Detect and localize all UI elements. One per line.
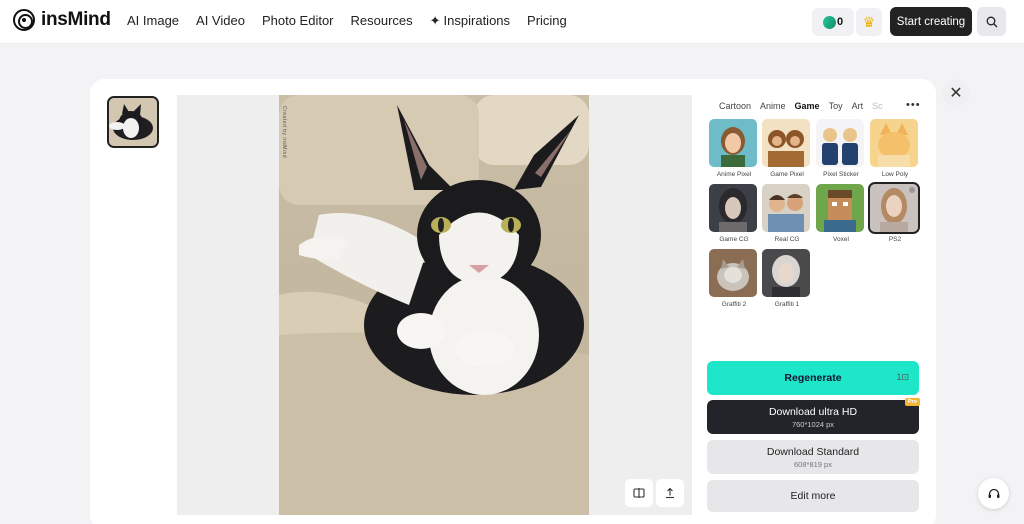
style-label: Real CG bbox=[774, 236, 800, 243]
nav-item-inspirations[interactable]: ✦ Inspirations bbox=[430, 13, 510, 29]
style-thumbnail bbox=[816, 184, 864, 232]
compare-icon bbox=[633, 488, 645, 498]
regenerate-label: Regenerate bbox=[784, 372, 842, 384]
style-label: Anime Pixel bbox=[716, 171, 752, 178]
download-ultra-hd-size: 760*1024 px bbox=[791, 419, 835, 429]
main-nav: AI Image AI Video Photo Editor Resources… bbox=[127, 13, 567, 29]
nav-item-pricing[interactable]: Pricing bbox=[527, 13, 567, 29]
tab-cartoon[interactable]: Cartoon bbox=[719, 101, 751, 111]
style-label: Voxel bbox=[833, 236, 849, 243]
search-button[interactable] bbox=[977, 7, 1006, 36]
credits-count: 0 bbox=[836, 16, 844, 28]
download-standard-label: Download Standard bbox=[766, 445, 860, 458]
crown-icon[interactable]: ♛ bbox=[856, 8, 882, 36]
style-thumbnail bbox=[709, 184, 757, 232]
style-card-voxel[interactable]: Voxel bbox=[816, 184, 866, 243]
style-label: Low Poly bbox=[881, 171, 909, 178]
tab-sc[interactable]: Sc bbox=[872, 101, 883, 111]
style-card-low-poly[interactable]: Low Poly bbox=[870, 119, 920, 178]
style-thumbnail bbox=[709, 119, 757, 167]
top-navigation-bar: insMind AI Image AI Video Photo Editor R… bbox=[0, 0, 1024, 44]
close-icon: ✕ bbox=[949, 85, 963, 102]
download-ultra-hd-label: Download ultra HD bbox=[768, 405, 858, 418]
style-card-anime-pixel[interactable]: Anime Pixel bbox=[709, 119, 759, 178]
start-creating-button[interactable]: Start creating bbox=[890, 7, 972, 36]
brand-name: insMind bbox=[41, 9, 111, 30]
style-card-game-cg[interactable]: Game CG bbox=[709, 184, 759, 243]
style-thumbnail bbox=[868, 182, 920, 234]
nav-item-resources[interactable]: Resources bbox=[351, 13, 413, 29]
credit-icon: ⊡ bbox=[901, 372, 909, 382]
download-standard-button[interactable]: Download Standard 608*819 px bbox=[707, 440, 919, 474]
headset-icon bbox=[988, 488, 999, 498]
brand-logo[interactable]: insMind bbox=[13, 9, 111, 31]
style-card-graffiti-2[interactable]: Graffiti 2 bbox=[709, 249, 759, 308]
nav-item-ai-image[interactable]: AI Image bbox=[127, 13, 179, 29]
cat-image bbox=[279, 95, 589, 515]
style-card-graffiti-1[interactable]: Graffiti 1 bbox=[762, 249, 812, 308]
style-thumbnail bbox=[709, 249, 757, 297]
compare-button[interactable] bbox=[625, 479, 653, 507]
coin-icon bbox=[821, 13, 838, 31]
style-category-tabs: Cartoon Anime Game Toy Art Sc bbox=[719, 101, 883, 111]
support-button[interactable] bbox=[978, 478, 1009, 509]
style-label: Game Pixel bbox=[770, 171, 804, 178]
nav-item-inspirations-label: Inspirations bbox=[443, 13, 511, 28]
nav-item-photo-editor[interactable]: Photo Editor bbox=[262, 13, 334, 29]
style-label: Graffiti 2 bbox=[721, 301, 747, 308]
download-standard-size: 608*819 px bbox=[794, 459, 832, 469]
tab-anime[interactable]: Anime bbox=[760, 101, 786, 111]
nav-item-ai-video[interactable]: AI Video bbox=[196, 13, 245, 29]
sparkle-icon: ✦ bbox=[429, 13, 441, 28]
close-modal-button[interactable]: ✕ bbox=[942, 79, 970, 107]
edit-more-label: Edit more bbox=[790, 490, 836, 502]
style-card-pixel-sticker[interactable]: Pixel Sticker bbox=[816, 119, 866, 178]
style-thumbnail bbox=[762, 249, 810, 297]
upload-icon bbox=[666, 487, 674, 499]
style-card-real-cg[interactable]: Real CG bbox=[762, 184, 812, 243]
share-button[interactable] bbox=[656, 479, 684, 507]
tab-art[interactable]: Art bbox=[852, 101, 864, 111]
more-tabs-button[interactable]: ••• bbox=[906, 99, 921, 111]
style-thumbnail bbox=[870, 119, 918, 167]
style-thumbnail bbox=[762, 119, 810, 167]
style-thumbnail bbox=[762, 184, 810, 232]
search-icon bbox=[986, 16, 997, 27]
credits-balance[interactable]: 0 bbox=[812, 8, 854, 36]
regenerate-button[interactable]: Regenerate 1⊡ bbox=[707, 361, 919, 395]
pro-badge: Pro bbox=[904, 398, 920, 406]
style-label: Graffiti 1 bbox=[774, 301, 800, 308]
style-label: Game CG bbox=[719, 236, 749, 243]
image-watermark: Created by insMind bbox=[281, 106, 287, 159]
regenerate-cost: 1⊡ bbox=[896, 372, 909, 383]
tab-toy[interactable]: Toy bbox=[829, 101, 843, 111]
cat-thumbnail-image bbox=[109, 98, 157, 146]
logo-icon bbox=[13, 9, 35, 31]
edit-more-button[interactable]: Edit more bbox=[707, 480, 919, 512]
style-label: Pixel Sticker bbox=[823, 171, 859, 178]
style-card-game-pixel[interactable]: Game Pixel bbox=[762, 119, 812, 178]
generated-image bbox=[279, 95, 589, 515]
download-ultra-hd-button[interactable]: Download ultra HD 760*1024 px Pro bbox=[707, 398, 920, 434]
tab-game[interactable]: Game bbox=[795, 101, 820, 111]
source-thumbnail[interactable] bbox=[107, 96, 159, 148]
style-label: PS2 bbox=[888, 236, 902, 243]
style-card-ps2[interactable]: PS2 bbox=[868, 182, 920, 243]
style-thumbnail bbox=[816, 119, 864, 167]
